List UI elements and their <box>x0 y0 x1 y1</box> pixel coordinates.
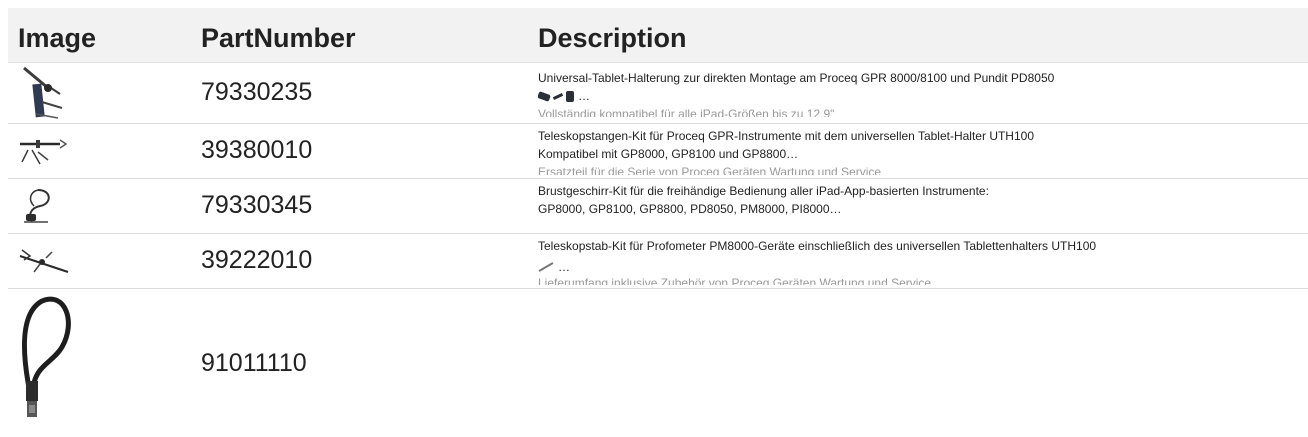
thumbnail-image <box>538 90 551 102</box>
description-overflow-text: Lieferumfang inklusive Zubehör von Proce… <box>538 275 932 285</box>
description-cell: Teleskopstab-Kit für Profometer PM8000-G… <box>530 233 1308 289</box>
image-cell <box>8 233 191 289</box>
description-text: Brustgeschirr-Kit für die freihändige Be… <box>538 183 989 198</box>
description-cell: Universal-Tablet-Halterung zur direkten … <box>530 62 1308 124</box>
column-header-image[interactable]: Image <box>8 8 191 63</box>
telescopic-pole-kit-icon[interactable] <box>18 136 191 166</box>
parts-table: Image PartNumber Description 79330235 Un… <box>8 8 1308 437</box>
part-number-cell: 79330235 <box>191 62 530 124</box>
image-cell <box>8 123 191 179</box>
thumbnail-image <box>566 90 574 102</box>
description-text: Teleskopstangen-Kit für Proceq GPR-Instr… <box>538 128 1034 143</box>
description-cell: Brustgeschirr-Kit für die freihändige Be… <box>530 178 1308 234</box>
telescopic-rod-kit-icon[interactable] <box>18 246 191 276</box>
image-cell <box>8 288 191 437</box>
column-header-description[interactable]: Description <box>530 8 1308 63</box>
description-text: Universal-Tablet-Halterung zur direkten … <box>538 70 1055 85</box>
description-text: GP8000, GP8100, GP8800, PD8050, PM8000, … <box>538 201 842 216</box>
product-thumbnails: … <box>538 260 570 274</box>
description-overflow-text: Vollständig kompatibel für alle iPad-Grö… <box>538 106 835 117</box>
table-row: 79330345 Brustgeschirr-Kit für die freih… <box>8 178 1308 234</box>
tablet-holder-icon[interactable] <box>18 64 191 122</box>
harness-kit-icon[interactable] <box>18 186 191 226</box>
part-number-cell: 39380010 <box>191 123 530 179</box>
image-cell <box>8 62 191 124</box>
description-text: Teleskopstab-Kit für Profometer PM8000-G… <box>538 238 1097 253</box>
column-header-part-number[interactable]: PartNumber <box>191 8 530 63</box>
part-number-cell: 79330345 <box>191 178 530 234</box>
thumbnail-image <box>552 92 564 100</box>
image-cell <box>8 178 191 234</box>
part-number-cell: 91011110 <box>191 288 530 437</box>
part-number-cell: 39222010 <box>191 233 530 289</box>
thumbnail-image <box>538 261 554 272</box>
product-thumbnails: … <box>538 89 590 103</box>
description-text: Kompatibel mit GP8000, GP8100 und GP8800… <box>538 146 799 161</box>
description-cell <box>530 288 1308 437</box>
description-overflow-text: Ersatzteil für die Serie von Proceq Gerä… <box>538 164 882 175</box>
table-row: 39222010 Teleskopstab-Kit für Profometer… <box>8 233 1308 289</box>
table-row: 79330235 Universal-Tablet-Halterung zur … <box>8 62 1308 124</box>
description-ellipsis: … <box>558 259 570 274</box>
description-cell: Teleskopstangen-Kit für Proceq GPR-Instr… <box>530 123 1308 179</box>
parts-table-container: Image PartNumber Description 79330235 Un… <box>8 8 1308 437</box>
table-row: 39380010 Teleskopstangen-Kit für Proceq … <box>8 123 1308 179</box>
cable-lock-icon[interactable] <box>18 293 191 433</box>
table-row: 91011110 <box>8 288 1308 437</box>
description-ellipsis: … <box>578 89 590 103</box>
table-header-row: Image PartNumber Description <box>8 8 1308 63</box>
